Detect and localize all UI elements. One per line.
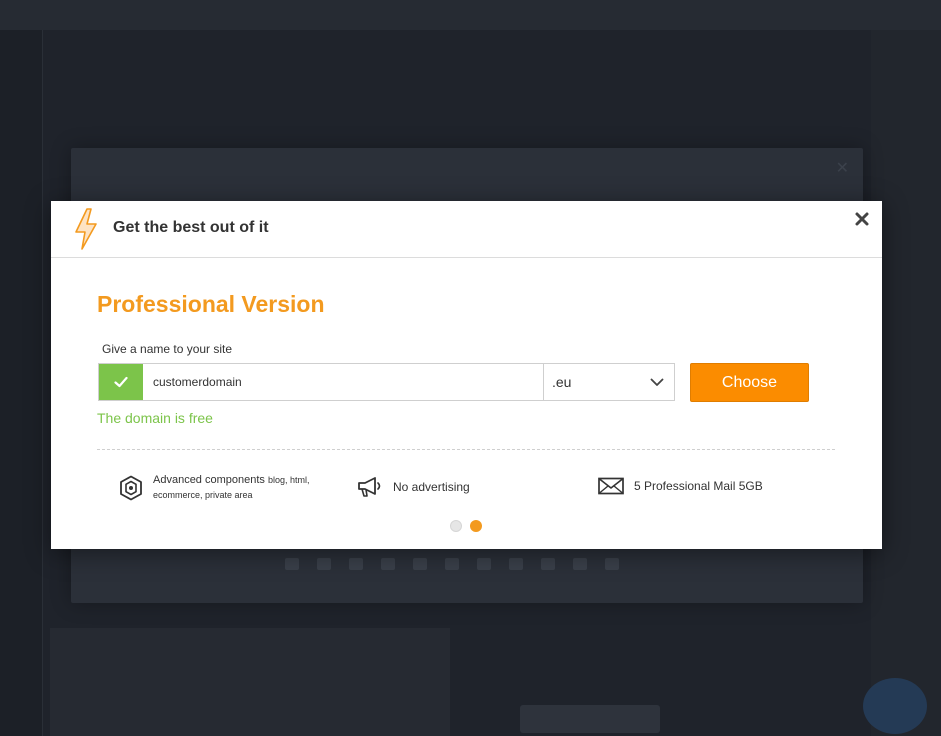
carousel-pagination (450, 520, 482, 532)
upgrade-modal: Get the best out of it Professional Vers… (51, 201, 882, 549)
section-title: Professional Version (97, 291, 325, 317)
feature-label: No advertising (393, 480, 470, 494)
divider (97, 449, 835, 450)
domain-status-text: The domain is free (97, 410, 213, 426)
tld-selected-value: .eu (552, 374, 572, 390)
domain-field-label: Give a name to your site (102, 342, 233, 356)
feature-detail: ecommerce, private area (153, 490, 253, 500)
background-toolbar (285, 558, 655, 574)
hexagon-component-icon (119, 475, 143, 501)
feature-advanced-components: Advanced components blog, html, ecommerc… (119, 473, 310, 503)
background-close-icon: ✕ (835, 160, 849, 177)
megaphone-icon (357, 476, 383, 498)
feature-label: 5 Professional Mail 5GB (634, 479, 763, 493)
close-icon[interactable] (854, 211, 870, 227)
chevron-down-icon (650, 378, 664, 386)
tld-select[interactable]: .eu (544, 364, 674, 400)
background-chat-bubble (863, 678, 927, 734)
modal-title: Get the best out of it (113, 219, 269, 236)
background-bottom-panel (50, 628, 450, 736)
feature-label: Advanced components (153, 474, 265, 486)
domain-available-indicator (99, 364, 143, 400)
feature-detail: blog, html, (267, 475, 310, 485)
choose-button[interactable]: Choose (690, 363, 809, 402)
lightning-bolt-icon (75, 208, 97, 250)
modal-header: Get the best out of it (51, 201, 882, 258)
feature-no-advertising: No advertising (357, 476, 470, 498)
domain-name-input[interactable] (143, 364, 544, 400)
carousel-dot-1[interactable] (450, 520, 462, 532)
background-bottom-text (520, 705, 660, 733)
envelope-icon (598, 477, 624, 495)
carousel-dot-2-active[interactable] (470, 520, 482, 532)
feature-professional-mail: 5 Professional Mail 5GB (598, 477, 763, 495)
domain-input-group: .eu (98, 363, 675, 401)
background-sidebar (0, 30, 43, 736)
checkmark-icon (114, 376, 128, 388)
